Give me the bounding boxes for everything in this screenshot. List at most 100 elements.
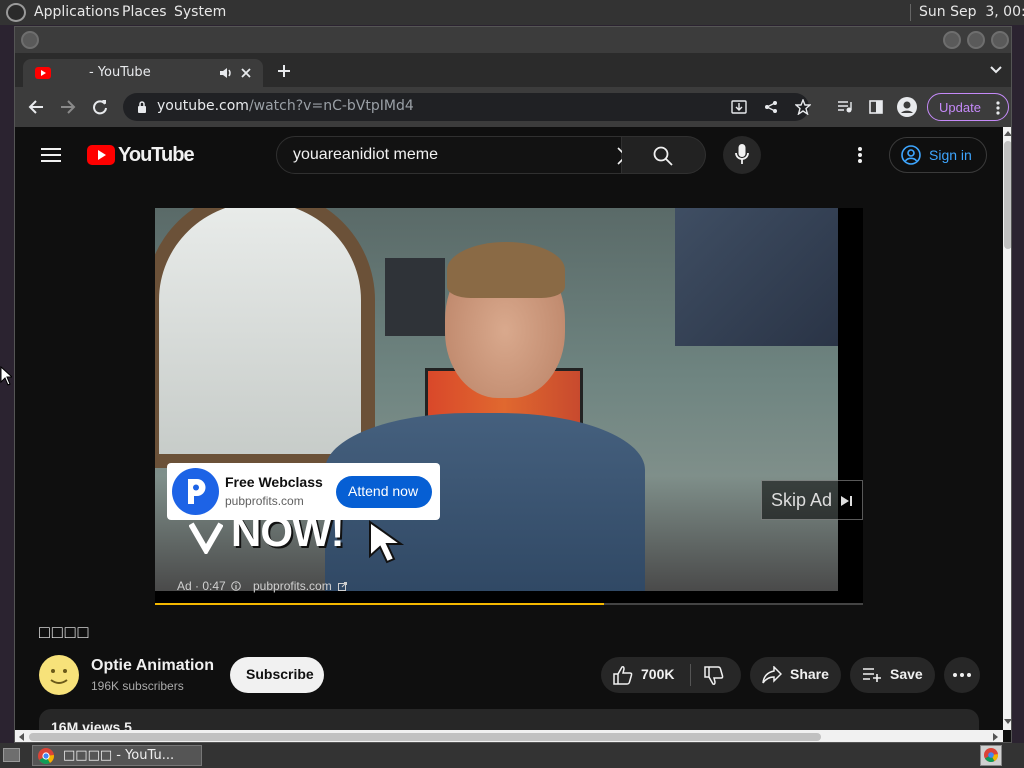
share-arrow-icon (762, 666, 782, 684)
scroll-left-icon[interactable] (18, 733, 24, 741)
back-icon[interactable] (28, 99, 44, 115)
scroll-right-icon[interactable] (993, 733, 999, 741)
settings-kebab-icon[interactable] (858, 147, 862, 163)
update-button[interactable]: Update (927, 93, 1009, 121)
share-page-icon[interactable] (764, 100, 778, 114)
microphone-icon (735, 144, 749, 164)
like-divider (690, 664, 691, 686)
window-menu-icon[interactable] (21, 31, 39, 49)
close-window-icon[interactable] (991, 31, 1009, 49)
clock[interactable]: Sun Sep 3, 00:10 (919, 4, 1024, 20)
page-viewport: YouTube youareanidiot meme Sign in NOW! … (15, 127, 1011, 742)
top-panel: Applications Places System Sun Sep 3, 00… (0, 0, 1024, 25)
ad-domain: pubprofits.com (225, 494, 304, 508)
thumbs-down-icon[interactable] (704, 666, 724, 686)
skip-next-icon (841, 496, 852, 506)
show-desktop-icon[interactable] (3, 748, 20, 762)
ad-overlay-checkmark-icon (189, 522, 223, 554)
advertiser-logo-icon (172, 468, 219, 515)
new-tab-icon[interactable] (277, 64, 291, 78)
maximize-icon[interactable] (967, 31, 985, 49)
scroll-down-icon[interactable] (1004, 719, 1012, 725)
video-frame[interactable]: NOW! (155, 208, 838, 591)
forward-icon[interactable] (60, 99, 76, 115)
search-icon (653, 146, 673, 166)
attend-now-label: Attend now (348, 483, 419, 499)
tab-search-chevron-icon[interactable] (990, 66, 1002, 74)
like-dislike-group: 700K (601, 657, 741, 693)
tab-youtube[interactable]: - YouTube (23, 59, 263, 87)
sign-in-button[interactable]: Sign in (889, 137, 987, 173)
chrome-icon (38, 748, 54, 764)
update-label: Update (939, 100, 981, 115)
tab-strip: - YouTube (15, 53, 1011, 87)
subscriber-count: 196K subscribers (91, 679, 184, 693)
workspace-chrome-icon (984, 748, 998, 762)
search-box[interactable]: youareanidiot meme (276, 136, 635, 174)
menu-applications[interactable]: Applications (34, 4, 120, 20)
subscribe-label: Subscribe (246, 666, 314, 682)
browser-window: - YouTube youtube.com/watch?v=nC-bVtpIMd… (14, 26, 1012, 743)
ad-info-icon[interactable] (231, 581, 241, 591)
presenter-hair (447, 242, 565, 298)
external-link-icon[interactable] (338, 582, 347, 591)
background-window (155, 208, 375, 468)
menu-places[interactable]: Places (122, 4, 167, 20)
skip-ad-button[interactable]: Skip Ad (761, 480, 863, 520)
tab-close-icon[interactable] (241, 68, 251, 78)
more-actions-button[interactable] (944, 657, 980, 693)
kebab-menu-icon[interactable] (996, 101, 1000, 115)
scroll-up-icon[interactable] (1004, 130, 1012, 136)
subscribe-button[interactable]: Subscribe (230, 657, 324, 693)
horizontal-scroll-thumb[interactable] (29, 733, 821, 741)
ad-progress-fill (155, 603, 604, 605)
tab-audio-icon[interactable] (219, 67, 233, 79)
sign-in-label: Sign in (929, 147, 972, 163)
ad-card[interactable]: Free Webclass pubprofits.com Attend now (167, 463, 440, 520)
gnome-foot-icon[interactable] (6, 3, 26, 22)
youtube-logo[interactable]: YouTube (87, 144, 195, 166)
vertical-scroll-thumb[interactable] (1004, 141, 1011, 249)
hamburger-menu-icon[interactable] (41, 148, 61, 162)
address-bar[interactable]: youtube.com/watch?v=nC-bVtpIMd4 (123, 93, 811, 121)
save-button[interactable]: Save (850, 657, 935, 693)
skip-ad-label: Skip Ad (771, 490, 833, 510)
minimize-icon[interactable] (943, 31, 961, 49)
bottom-taskbar: □□□□ - YouTu... (0, 743, 1024, 768)
voice-search-button[interactable] (723, 136, 761, 174)
bookmark-star-icon[interactable] (795, 99, 811, 115)
video-player[interactable]: NOW! Free Webclass pubprofits.com Attend… (155, 208, 863, 605)
panel-separator (910, 4, 911, 21)
ad-timer: Ad · 0:47 (177, 579, 226, 593)
browser-toolbar: youtube.com/watch?v=nC-bVtpIMd4 Update (15, 87, 1011, 127)
reload-icon[interactable] (92, 99, 108, 115)
share-button[interactable]: Share (750, 657, 841, 693)
search-input[interactable]: youareanidiot meme (293, 146, 438, 164)
url-path: /watch?v=nC-bVtpIMd4 (248, 98, 414, 114)
channel-name[interactable]: Optie Animation (91, 657, 214, 675)
window-titlebar[interactable] (15, 27, 1011, 53)
taskbar-window-button[interactable]: □□□□ - YouTu... (32, 745, 202, 766)
ad-title: Free Webclass (225, 474, 323, 490)
vertical-scrollbar[interactable] (1003, 127, 1012, 730)
ad-footer-domain[interactable]: pubprofits.com (253, 579, 332, 593)
side-panel-icon[interactable] (869, 100, 883, 114)
install-app-icon[interactable] (731, 100, 747, 114)
media-controls-icon[interactable] (837, 100, 853, 114)
workspace-switcher[interactable] (980, 745, 1002, 766)
taskbar-window-label: □□□□ - YouTu... (63, 748, 175, 763)
youtube-logo-text: YouTube (118, 144, 195, 166)
attend-now-button[interactable]: Attend now (336, 476, 432, 508)
playlist-add-icon (863, 668, 881, 682)
url-host: youtube.com (157, 98, 249, 114)
like-button[interactable]: 700K (601, 657, 690, 693)
search-button[interactable] (622, 136, 706, 174)
background-painting (675, 208, 838, 346)
profile-avatar-icon[interactable] (897, 97, 917, 117)
ad-progress-bar[interactable] (155, 603, 863, 605)
horizontal-scrollbar[interactable] (15, 730, 1003, 742)
menu-system[interactable]: System (174, 4, 226, 20)
lock-icon[interactable] (137, 101, 147, 113)
channel-avatar[interactable] (39, 655, 79, 695)
url-text: youtube.com/watch?v=nC-bVtpIMd4 (157, 98, 414, 114)
